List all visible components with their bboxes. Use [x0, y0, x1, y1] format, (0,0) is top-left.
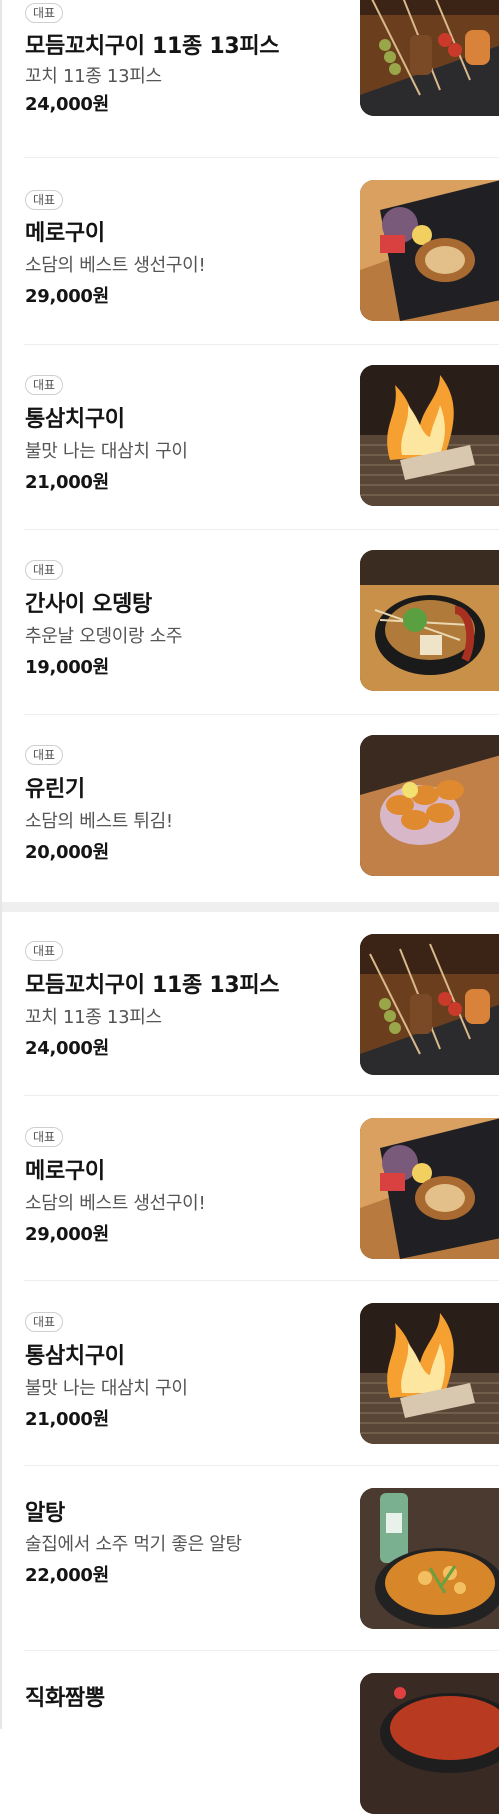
menu-item-price: 24,000원 [25, 1038, 109, 1059]
menu-item-description: 꼬치 11종 13피스 [25, 66, 162, 87]
signature-badge: 대표 [25, 1127, 64, 1147]
menu-item[interactable]: 대표 모듬꼬치구이 11종 13피스 꼬치 11종 13피스 24,000원 [2, 0, 499, 158]
menu-item-price: 22,000원 [25, 1565, 109, 1586]
signature-badge: 대표 [25, 745, 64, 765]
jjamppong-photo [360, 1673, 499, 1814]
menu-item-price: 21,000원 [25, 472, 109, 493]
fish-roe-stew-photo [360, 1488, 499, 1629]
menu-item[interactable]: 대표 간사이 오뎅탕 추운날 오뎅이랑 소주 19,000원 [2, 530, 499, 715]
menu-item[interactable]: 대표 통삼치구이 불맛 나는 대삼치 구이 21,000원 [2, 1281, 499, 1466]
signature-badge: 대표 [25, 375, 64, 395]
menu-item-description: 술집에서 소주 먹기 좋은 알탕 [25, 1534, 242, 1555]
oden-soup-photo [360, 550, 499, 691]
menu-item-name: 메로구이 [25, 221, 105, 246]
flame-mackerel-photo [360, 365, 499, 506]
menu-item-name: 통삼치구이 [25, 1344, 125, 1369]
section-divider [2, 902, 499, 912]
skewer-platter-photo [360, 0, 499, 116]
menu-item[interactable]: 대표 모듬꼬치구이 11종 13피스 꼬치 11종 13피스 24,000원 [2, 912, 499, 1096]
menu-item[interactable]: 직화짬뽕 [2, 1651, 499, 1814]
menu-item-name: 간사이 오뎅탕 [25, 592, 152, 617]
menu-item[interactable]: 대표 유린기 소담의 베스트 튀김! 20,000원 [2, 715, 499, 902]
menu-item[interactable]: 대표 메로구이 소담의 베스트 생선구이! 29,000원 [2, 158, 499, 345]
menu-item-name: 메로구이 [25, 1159, 105, 1184]
menu-item-name: 모듬꼬치구이 11종 13피스 [25, 34, 280, 59]
menu-item-price: 29,000원 [25, 286, 109, 307]
menu-item[interactable]: 대표 통삼치구이 불맛 나는 대삼치 구이 21,000원 [2, 345, 499, 530]
menu-item-price: 29,000원 [25, 1224, 109, 1245]
menu-item-description: 불맛 나는 대삼치 구이 [25, 1378, 188, 1399]
signature-badge: 대표 [25, 1312, 64, 1332]
fried-chicken-photo [360, 735, 499, 876]
menu-item-description: 소담의 베스트 튀김! [25, 811, 173, 832]
signature-badge: 대표 [25, 3, 64, 23]
menu-item-description: 소담의 베스트 생선구이! [25, 1193, 206, 1214]
menu-item-price: 20,000원 [25, 842, 109, 863]
signature-badge: 대표 [25, 941, 64, 961]
menu-item-name: 통삼치구이 [25, 407, 125, 432]
menu-item-description: 불맛 나는 대삼치 구이 [25, 441, 188, 462]
menu-item[interactable]: 알탕 술집에서 소주 먹기 좋은 알탕 22,000원 [2, 1466, 499, 1651]
skewer-platter-photo [360, 934, 499, 1075]
grilled-fish-photo [360, 1118, 499, 1259]
menu-item-price: 21,000원 [25, 1409, 109, 1430]
flame-mackerel-photo [360, 1303, 499, 1444]
menu-item-price: 19,000원 [25, 657, 109, 678]
menu-item[interactable]: 대표 메로구이 소담의 베스트 생선구이! 29,000원 [2, 1096, 499, 1281]
menu-item-description: 소담의 베스트 생선구이! [25, 255, 206, 276]
grilled-fish-photo [360, 180, 499, 321]
menu-item-description: 꼬치 11종 13피스 [25, 1007, 162, 1028]
menu-item-name: 유린기 [25, 777, 85, 802]
signature-badge: 대표 [25, 560, 64, 580]
signature-badge: 대표 [25, 190, 64, 210]
menu-item-price: 24,000원 [25, 94, 109, 115]
menu-item-name: 직화짬뽕 [25, 1686, 105, 1711]
menu-item-name: 알탕 [25, 1501, 65, 1526]
menu-item-description: 추운날 오뎅이랑 소주 [25, 626, 183, 647]
menu-item-name: 모듬꼬치구이 11종 13피스 [25, 973, 280, 998]
